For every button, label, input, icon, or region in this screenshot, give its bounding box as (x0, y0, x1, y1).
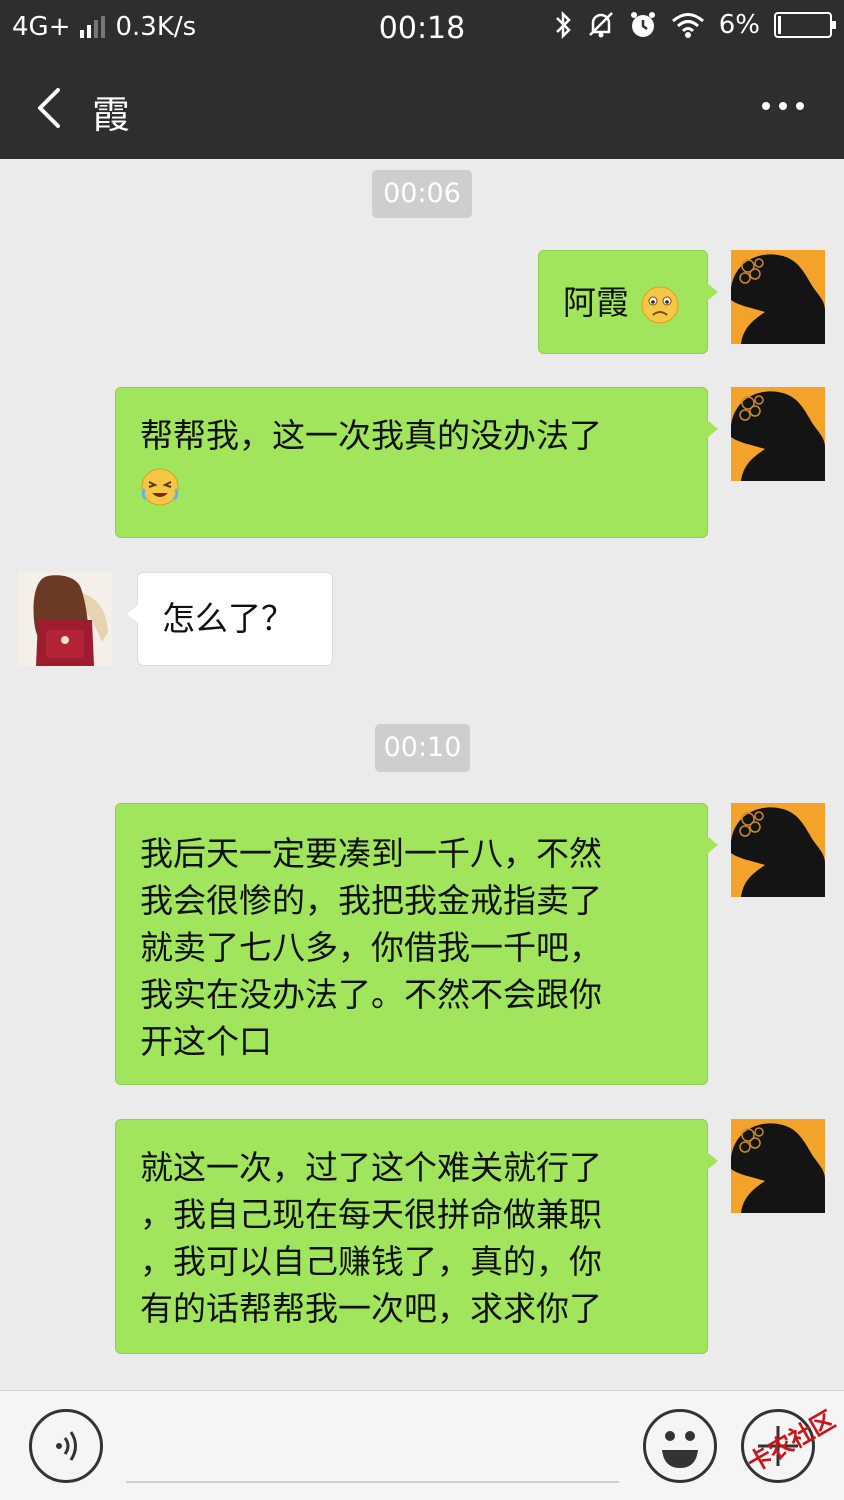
message-text: 阿霞 (563, 283, 629, 322)
message-line: 就这一次，过了这个难关就行了 (140, 1148, 602, 1187)
emoji-button[interactable] (643, 1409, 717, 1483)
message-line: ，我自己现在每天很拼命做兼职 (140, 1195, 602, 1234)
message-line: 就卖了七八多，你借我一千吧， (140, 928, 602, 967)
message-line: ，我可以自己赚钱了，真的，你 (140, 1242, 602, 1281)
message-text: 帮帮我，这一次我真的没办法了 (140, 416, 602, 455)
message-bubble-received[interactable]: 怎么了？ (127, 572, 333, 666)
alarm-icon (630, 12, 655, 37)
status-bar: 4G+ 0.3K/s 00:18 6% (0, 0, 844, 58)
silhouette-icon (731, 254, 825, 344)
message-bubble-sent[interactable]: 就这一次，过了这个难关就行了 ，我自己现在每天很拼命做兼职 ，我可以自己赚钱了，… (115, 1119, 718, 1354)
message-line: 我会很惨的，我把我金戒指卖了 (140, 881, 602, 920)
timestamp: 00:10 (375, 724, 470, 772)
timestamp: 00:06 (372, 170, 472, 218)
battery-fill (778, 16, 781, 34)
chat-header: 霞 (0, 58, 844, 159)
back-arrow-icon[interactable] (30, 86, 70, 130)
battery-percent: 6% (718, 10, 760, 40)
contact-name: 霞 (92, 93, 131, 137)
my-avatar[interactable] (731, 250, 825, 344)
message-input[interactable] (126, 1481, 619, 1483)
my-avatar[interactable] (731, 803, 825, 897)
my-avatar[interactable] (731, 387, 825, 481)
silhouette-icon (731, 391, 825, 481)
my-avatar[interactable] (731, 1119, 825, 1213)
wifi-icon (671, 13, 704, 38)
input-bar (0, 1390, 844, 1500)
contact-avatar[interactable] (18, 572, 112, 666)
voice-icon (56, 1431, 77, 1461)
status-right: 6% (555, 10, 836, 40)
message-text: 怎么了？ (162, 599, 294, 638)
message-line: 开这个口 (140, 1022, 272, 1061)
frown-emoji (641, 286, 678, 323)
silhouette-icon (731, 1123, 825, 1213)
battery-icon (774, 12, 836, 38)
more-options-icon[interactable] (762, 102, 804, 110)
message-bubble-sent[interactable]: 帮帮我，这一次我真的没办法了 (115, 387, 718, 538)
silhouette-icon (731, 807, 825, 897)
message-line: 我后天一定要凑到一千八，不然 (140, 834, 602, 873)
message-line: 有的话帮帮我一次吧，求求你了 (140, 1289, 602, 1328)
message-bubble-sent[interactable]: 阿霞 (538, 250, 718, 354)
crying-emoji (141, 468, 179, 505)
girl-backpack-icon (18, 572, 112, 666)
message-line: 我实在没办法了。不然不会跟你 (140, 975, 602, 1014)
mute-notification-icon (588, 12, 613, 38)
smiley-icon (662, 1431, 698, 1468)
bluetooth-icon (555, 10, 571, 40)
message-bubble-sent[interactable]: 我后天一定要凑到一千八，不然 我会很惨的，我把我金戒指卖了 就卖了七八多，你借我… (115, 803, 718, 1085)
voice-input-button[interactable] (29, 1409, 103, 1483)
